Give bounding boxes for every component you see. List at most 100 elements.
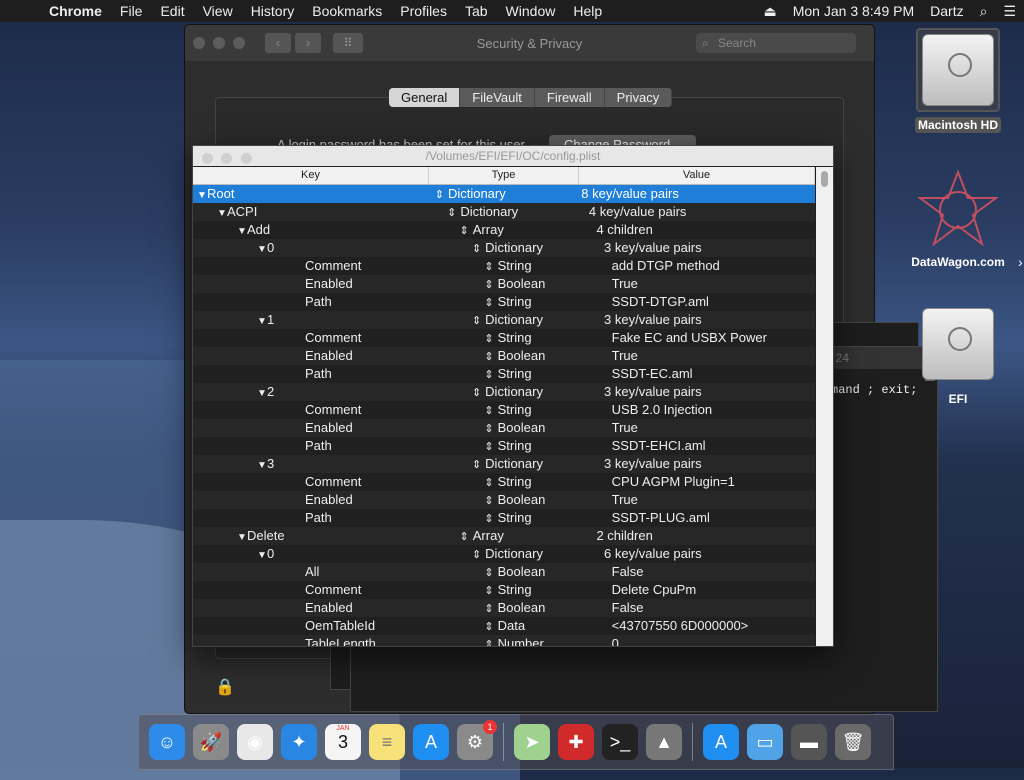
app-store-downloads-icon[interactable]: A [703,724,739,760]
tab-firewall[interactable]: Firewall [535,88,605,107]
disk-utility-icon[interactable]: ▬ [791,724,827,760]
table-row[interactable]: OemTableId ⇕ Data <43707550 6D000000> [193,617,815,635]
type-stepper-icon[interactable]: ⇕ [484,495,493,507]
type-cell[interactable]: ⇕ Data [480,617,609,635]
value-cell[interactable]: SSDT-PLUG.aml [610,509,815,527]
disclosure-triangle-icon[interactable]: ▼ [257,547,267,563]
value-cell[interactable]: True [610,347,815,365]
type-cell[interactable]: ⇕ String [480,329,609,347]
table-row[interactable]: Enabled ⇕ Boolean True [193,275,815,293]
menu-bookmarks[interactable]: Bookmarks [303,3,391,19]
table-row[interactable]: All ⇕ Boolean False [193,563,815,581]
disclosure-triangle-icon[interactable]: ▼ [257,385,267,401]
column-type[interactable]: Type [429,167,579,184]
value-cell[interactable]: SSDT-EC.aml [610,365,815,383]
key-cell[interactable]: ▼0 [193,239,468,257]
type-cell[interactable]: ⇕ String [480,581,609,599]
value-cell[interactable]: add DTGP method [610,257,815,275]
value-cell[interactable]: 4 children [594,221,815,239]
key-cell[interactable]: Comment [193,257,480,275]
type-stepper-icon[interactable]: ⇕ [472,387,481,399]
table-row[interactable]: ▼ACPI ⇕ Dictionary 4 key/value pairs [193,203,815,221]
table-row[interactable]: Path ⇕ String SSDT-DTGP.aml [193,293,815,311]
key-cell[interactable]: Path [193,509,480,527]
notification-center-icon[interactable]: ☰ [995,3,1024,20]
type-cell[interactable]: ⇕ Dictionary [443,203,587,221]
desktop-icon-macintosh-hd[interactable]: Macintosh HD [908,28,1008,133]
key-cell[interactable]: ▼Delete [193,527,456,545]
key-cell[interactable]: OemTableId [193,617,480,635]
scrollbar-thumb[interactable] [821,171,828,187]
value-cell[interactable]: 6 key/value pairs [602,545,815,563]
column-value[interactable]: Value [579,167,815,184]
type-cell[interactable]: ⇕ String [480,473,609,491]
safari-icon[interactable]: ✦ [281,724,317,760]
type-stepper-icon[interactable]: ⇕ [484,351,493,363]
rocket-icon[interactable]: ▲ [646,724,682,760]
type-cell[interactable]: ⇕ Boolean [480,419,609,437]
value-cell[interactable]: SSDT-DTGP.aml [610,293,815,311]
type-cell[interactable]: ⇕ Dictionary [468,383,602,401]
key-cell[interactable]: ▼1 [193,311,468,329]
disclosure-triangle-icon[interactable]: ▼ [237,529,247,545]
disclosure-triangle-icon[interactable]: ▼ [257,313,267,329]
notes-icon[interactable]: ≡ [369,724,405,760]
disclosure-triangle-icon[interactable]: ▼ [257,241,267,257]
type-cell[interactable]: ⇕ Boolean [480,491,609,509]
type-cell[interactable]: ⇕ Dictionary [468,239,602,257]
table-row[interactable]: TableLength ⇕ Number 0 [193,635,815,646]
menu-edit[interactable]: Edit [151,3,193,19]
type-stepper-icon[interactable]: ⇕ [460,531,469,543]
value-cell[interactable]: True [610,491,815,509]
plist-close-button[interactable] [202,153,213,164]
type-stepper-icon[interactable]: ⇕ [435,189,444,201]
table-row[interactable]: Enabled ⇕ Boolean True [193,491,815,509]
table-row[interactable]: ▼3 ⇕ Dictionary 3 key/value pairs [193,455,815,473]
plist-minimize-button[interactable] [221,153,233,164]
disclosure-triangle-icon[interactable]: ▼ [217,205,227,221]
app-store-icon[interactable]: A [413,724,449,760]
key-cell[interactable]: Comment [193,473,480,491]
menu-window[interactable]: Window [497,3,565,19]
type-stepper-icon[interactable]: ⇕ [484,621,493,633]
type-cell[interactable]: ⇕ Dictionary [468,455,602,473]
key-cell[interactable]: ▼Root [193,185,431,203]
tab-general[interactable]: General [389,88,461,107]
table-row[interactable]: Enabled ⇕ Boolean True [193,419,815,437]
type-cell[interactable]: ⇕ String [480,293,609,311]
type-cell[interactable]: ⇕ String [480,401,609,419]
type-stepper-icon[interactable]: ⇕ [484,405,493,417]
key-cell[interactable]: Path [193,365,480,383]
table-row[interactable]: ▼2 ⇕ Dictionary 3 key/value pairs [193,383,815,401]
type-cell[interactable]: ⇕ String [480,437,609,455]
type-stepper-icon[interactable]: ⇕ [484,639,493,646]
key-cell[interactable]: All [193,563,480,581]
value-cell[interactable]: 3 key/value pairs [602,455,815,473]
type-stepper-icon[interactable]: ⇕ [472,315,481,327]
type-cell[interactable]: ⇕ Array [456,527,595,545]
system-preferences-icon[interactable]: ⚙ 1 [457,720,497,760]
value-cell[interactable]: 3 key/value pairs [602,383,815,401]
type-stepper-icon[interactable]: ⇕ [484,279,493,291]
type-cell[interactable]: ⇕ Boolean [480,599,609,617]
value-cell[interactable]: Delete CpuPm [610,581,815,599]
disclosure-triangle-icon[interactable]: ▼ [257,457,267,473]
menu-help[interactable]: Help [564,3,611,19]
type-stepper-icon[interactable]: ⇕ [484,333,493,345]
key-cell[interactable]: ▼Add [193,221,456,239]
tab-filevault[interactable]: FileVault [460,88,535,107]
key-cell[interactable]: Path [193,293,480,311]
value-cell[interactable]: USB 2.0 Injection [610,401,815,419]
key-cell[interactable]: Comment [193,329,480,347]
type-stepper-icon[interactable]: ⇕ [484,441,493,453]
value-cell[interactable]: CPU AGPM Plugin=1 [610,473,815,491]
key-cell[interactable]: Enabled [193,599,480,617]
type-stepper-icon[interactable]: ⇕ [484,297,493,309]
tool-icon[interactable]: ✚ [558,724,594,760]
table-row[interactable]: Comment ⇕ String Fake EC and USBX Power [193,329,815,347]
key-cell[interactable]: ▼3 [193,455,468,473]
type-stepper-icon[interactable]: ⇕ [484,603,493,615]
menu-app-name[interactable]: Chrome [40,3,111,19]
table-row[interactable]: Path ⇕ String SSDT-EC.aml [193,365,815,383]
trash-icon[interactable]: 🗑 [835,724,871,760]
